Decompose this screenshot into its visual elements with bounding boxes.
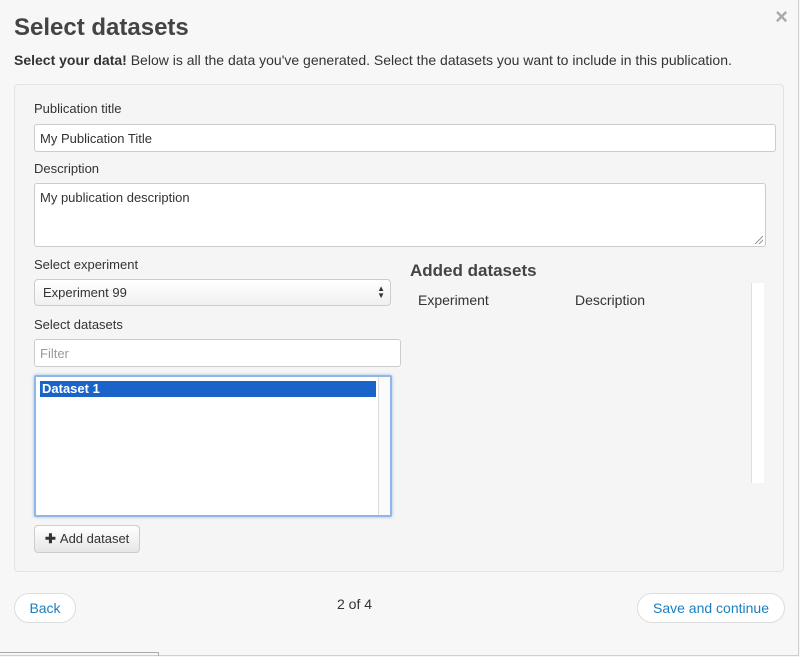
- select-datasets-label: Select datasets: [34, 317, 123, 332]
- intro-bold-text: Select your data!: [14, 52, 127, 68]
- publication-title-label: Publication title: [34, 101, 122, 116]
- datasets-listbox[interactable]: Dataset 1: [34, 375, 392, 517]
- add-dataset-label: Add dataset: [59, 531, 130, 546]
- experiment-select[interactable]: Experiment 99 ▲ ▼: [34, 279, 391, 306]
- experiment-selected-value: Experiment 99: [43, 285, 127, 300]
- window-edge: [0, 652, 159, 656]
- listbox-scrollbar[interactable]: [378, 377, 390, 515]
- select-experiment-label: Select experiment: [34, 257, 139, 272]
- intro-text: Below is all the data you've generated. …: [126, 52, 732, 68]
- description-text: My publication description: [40, 190, 190, 205]
- back-button[interactable]: Back: [14, 593, 76, 623]
- resize-grip-icon[interactable]: [755, 236, 763, 244]
- close-icon[interactable]: ×: [775, 6, 788, 28]
- add-dataset-button[interactable]: ✚ Add dataset: [34, 525, 141, 553]
- column-header-description: Description: [575, 292, 646, 308]
- select-arrows-icon: ▲ ▼: [377, 284, 385, 300]
- modal-title: Select datasets: [14, 14, 189, 41]
- publication-wizard-modal: × Select datasets Select your data! Belo…: [0, 0, 799, 656]
- form-panel: Publication title My Publication Title D…: [14, 84, 784, 572]
- column-header-experiment: Experiment: [418, 292, 489, 308]
- description-textarea[interactable]: My publication description: [34, 183, 766, 247]
- dataset-filter-input[interactable]: Filter: [34, 339, 401, 367]
- dataset-option[interactable]: Dataset 1: [40, 381, 376, 397]
- added-datasets-heading: Added datasets: [410, 261, 537, 280]
- description-label: Description: [34, 161, 100, 176]
- modal-intro: Select your data! Below is all the data …: [14, 52, 732, 68]
- plus-icon: ✚: [45, 531, 56, 546]
- save-and-continue-button[interactable]: Save and continue: [637, 593, 785, 623]
- step-indicator: 2 of 4: [337, 596, 373, 612]
- added-datasets-scrollbar[interactable]: [751, 283, 764, 483]
- publication-title-input[interactable]: My Publication Title: [34, 124, 776, 152]
